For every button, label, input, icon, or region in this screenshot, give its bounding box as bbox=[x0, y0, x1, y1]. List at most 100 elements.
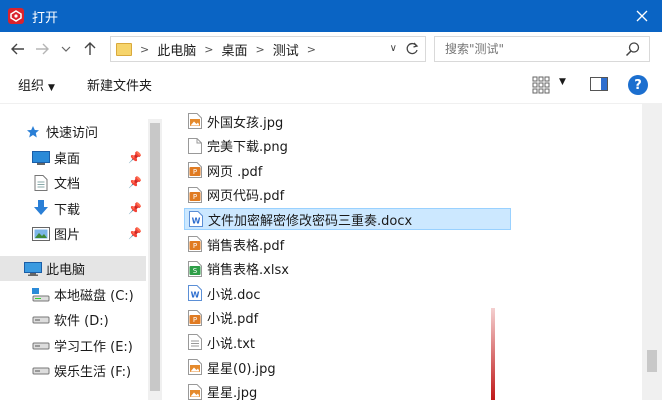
organize-button[interactable]: 组织 ▼ bbox=[18, 75, 55, 94]
nav-scroll-thumb[interactable] bbox=[150, 123, 160, 391]
jpg-file-icon bbox=[188, 359, 202, 375]
title-bar: 打开 bbox=[0, 0, 662, 32]
file-list-scrollbar[interactable] bbox=[642, 104, 662, 400]
nav-label: 本地磁盘 (C:) bbox=[54, 289, 134, 304]
nav-quick-access[interactable]: 快速访问 bbox=[0, 119, 146, 144]
nav-item-documents[interactable]: 文档 📌 bbox=[0, 170, 146, 195]
file-item[interactable]: P 网页 .pdf bbox=[184, 159, 262, 181]
pdf-file-icon: P bbox=[188, 236, 202, 252]
file-item[interactable]: W 小说.doc bbox=[184, 282, 261, 304]
file-name: 星星(0).jpg bbox=[207, 361, 276, 377]
arrow-left-icon bbox=[11, 43, 24, 55]
file-name: 网页 .pdf bbox=[207, 164, 263, 180]
caret-down-icon[interactable]: ▼ bbox=[559, 77, 566, 87]
file-name: 星星.jpg bbox=[207, 386, 258, 400]
preview-pane-icon[interactable] bbox=[590, 77, 608, 91]
chevron-right-icon[interactable]: > bbox=[204, 43, 213, 56]
chevron-right-icon[interactable]: > bbox=[307, 43, 316, 56]
svg-text:P: P bbox=[193, 168, 197, 176]
svg-text:P: P bbox=[193, 316, 197, 324]
file-item[interactable]: P 小说.pdf bbox=[184, 307, 258, 329]
file-name: 网页代码.pdf bbox=[207, 189, 285, 205]
window-title: 打开 bbox=[32, 10, 59, 26]
download-icon bbox=[34, 200, 48, 216]
forward-button[interactable] bbox=[30, 37, 54, 61]
help-button[interactable]: ? bbox=[628, 75, 648, 95]
nav-label: 软件 (D:) bbox=[54, 314, 109, 329]
drive-icon bbox=[32, 366, 50, 376]
nav-label: 桌面 bbox=[54, 152, 81, 167]
toolbar: 组织 ▼ 新建文件夹 ▼ ? bbox=[0, 66, 662, 104]
xlsx-file-icon: S bbox=[188, 260, 202, 277]
nav-drive-d[interactable]: 软件 (D:) bbox=[0, 307, 146, 332]
file-name: 完美下载.png bbox=[207, 140, 288, 156]
svg-text:S: S bbox=[193, 267, 198, 275]
chevron-down-icon[interactable]: ∨ bbox=[390, 43, 397, 54]
close-button[interactable] bbox=[622, 0, 662, 32]
file-item[interactable]: 星星(0).jpg bbox=[184, 356, 276, 378]
nav-this-pc[interactable]: 此电脑 bbox=[0, 256, 146, 281]
file-item[interactable]: W 文件加密解密修改密码三重奏.docx bbox=[184, 208, 511, 231]
txt-file-icon bbox=[188, 334, 202, 351]
nav-drive-c[interactable]: 本地磁盘 (C:) bbox=[0, 282, 146, 307]
breadcrumb-test[interactable]: 测试 bbox=[273, 40, 299, 59]
nav-item-downloads[interactable]: 下载 📌 bbox=[0, 196, 146, 221]
view-options-icon[interactable] bbox=[532, 76, 550, 94]
file-item[interactable]: 星星.jpg bbox=[184, 381, 257, 400]
chevron-right-icon[interactable]: > bbox=[140, 43, 149, 56]
breadcrumb-desktop[interactable]: 桌面 bbox=[221, 40, 247, 59]
app-icon bbox=[8, 8, 24, 24]
nav-label: 图片 bbox=[54, 228, 81, 243]
file-name: 外国女孩.jpg bbox=[207, 115, 284, 131]
refresh-icon bbox=[406, 42, 419, 55]
file-item[interactable]: P 网页代码.pdf bbox=[184, 184, 284, 206]
star-icon bbox=[26, 125, 40, 139]
nav-label: 下载 bbox=[54, 203, 81, 218]
refresh-button[interactable] bbox=[403, 40, 421, 58]
pin-icon[interactable]: 📌 bbox=[128, 151, 142, 164]
file-item[interactable]: 小说.txt bbox=[184, 331, 255, 353]
file-list-scroll-thumb[interactable] bbox=[647, 350, 657, 372]
pin-icon[interactable]: 📌 bbox=[128, 176, 142, 189]
file-item[interactable]: P 销售表格.pdf bbox=[184, 233, 284, 255]
file-item[interactable]: 完美下载.png bbox=[184, 135, 288, 157]
nav-drive-f[interactable]: 娱乐生活 (F:) bbox=[0, 358, 146, 383]
up-button[interactable] bbox=[78, 37, 102, 61]
nav-scrollbar[interactable] bbox=[148, 119, 162, 400]
nav-item-pictures[interactable]: 图片 📌 bbox=[0, 221, 146, 246]
drive-icon bbox=[32, 341, 50, 351]
recent-locations-button[interactable] bbox=[54, 37, 78, 61]
file-name: 销售表格.pdf bbox=[207, 238, 285, 254]
pdf-file-icon: P bbox=[188, 186, 202, 203]
arrow-up-icon bbox=[84, 42, 96, 55]
svg-text:P: P bbox=[193, 242, 197, 250]
address-bar: > 此电脑 > 桌面 > 测试 > ∨ bbox=[0, 32, 662, 66]
file-name: 小说.txt bbox=[207, 336, 256, 352]
chevron-right-icon[interactable]: > bbox=[255, 43, 264, 56]
svg-text:W: W bbox=[192, 217, 201, 226]
pin-icon[interactable]: 📌 bbox=[128, 202, 142, 215]
nav-label: 此电脑 bbox=[46, 263, 86, 278]
doc-file-icon: W bbox=[188, 285, 202, 302]
search-box[interactable] bbox=[434, 36, 650, 62]
caret-down-icon: ▼ bbox=[48, 83, 55, 93]
pin-icon[interactable]: 📌 bbox=[128, 227, 142, 240]
pdf-file-icon: P bbox=[188, 309, 202, 326]
organize-label: 组织 bbox=[18, 79, 45, 94]
nav-drive-e[interactable]: 学习工作 (E:) bbox=[0, 333, 146, 358]
breadcrumb-this-pc[interactable]: 此电脑 bbox=[157, 40, 196, 59]
drive-icon bbox=[32, 315, 50, 325]
breadcrumb[interactable]: > 此电脑 > 桌面 > 测试 > ∨ bbox=[110, 36, 426, 62]
file-name: 文件加密解密修改密码三重奏.docx bbox=[208, 213, 413, 229]
document-icon bbox=[34, 175, 48, 191]
file-name: 小说.doc bbox=[207, 287, 261, 303]
nav-item-desktop[interactable]: 桌面 📌 bbox=[0, 145, 146, 170]
pdf-file-icon: P bbox=[188, 162, 202, 179]
new-folder-button[interactable]: 新建文件夹 bbox=[87, 75, 152, 94]
file-item[interactable]: 外国女孩.jpg bbox=[184, 110, 283, 132]
file-name: 销售表格.xlsx bbox=[207, 263, 289, 279]
file-item[interactable]: S 销售表格.xlsx bbox=[184, 258, 289, 280]
red-annotation-line bbox=[491, 308, 495, 400]
search-input[interactable] bbox=[445, 42, 615, 56]
back-button[interactable] bbox=[6, 37, 30, 61]
